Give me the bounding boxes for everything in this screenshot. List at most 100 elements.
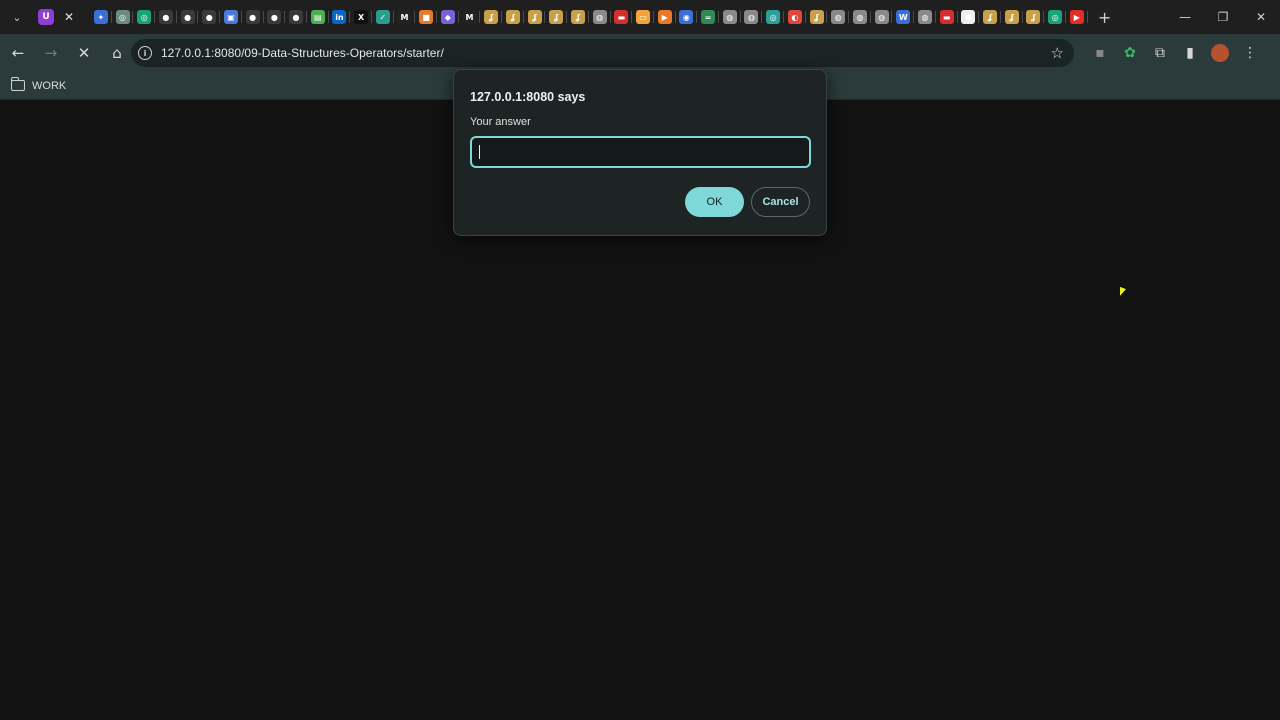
more-menu-icon[interactable]: ⋮ <box>1235 38 1265 68</box>
pinned-tab[interactable]: ◎ <box>762 0 784 34</box>
arrow-right-icon: → <box>44 44 58 62</box>
tab-search-button[interactable]: ⌄ <box>0 0 34 34</box>
pinned-tab[interactable]: ▭ <box>632 0 654 34</box>
arrow-left-icon: ← <box>11 44 25 62</box>
close-window-button[interactable]: ✕ <box>1242 0 1280 34</box>
slides-icon: ▭ <box>636 10 651 24</box>
close-icon: ✕ <box>77 44 91 62</box>
pinned-tab[interactable]: W <box>892 0 914 34</box>
pinned-tab[interactable]: ◆ <box>437 0 459 34</box>
pinned-tab[interactable]: ▶ <box>654 0 676 34</box>
pinned-tab[interactable]: ▬ <box>936 0 958 34</box>
pinned-tab[interactable]: ◍ <box>719 0 741 34</box>
bookmark-folder-label: WORK <box>32 79 67 92</box>
forward-button[interactable]: → <box>36 38 66 68</box>
pinned-tab[interactable]: ● <box>198 0 220 34</box>
pinned-tab[interactable]: ◍ <box>741 0 763 34</box>
tab-strip: ⌄ U ✕ ✦ ◎ ◎ ● ● ● ▣ ● ● ● ▤ in X ✓ M ■ ◆ Mʆ ʆ ʆ ʆ ʆ ◍ ▬ ▭ ▶ ◉ = ◍ ◍ ◎ ◐… <box>0 0 1280 34</box>
pinned-tab[interactable]: ◎ <box>112 0 134 34</box>
pinned-tab[interactable]: ʆ <box>502 0 524 34</box>
puzzle-icon[interactable]: ⧉ <box>1145 38 1175 68</box>
pinned-tab[interactable]: ʆ <box>524 0 546 34</box>
stop-button[interactable]: ✕ <box>69 38 99 68</box>
avatar[interactable] <box>1211 44 1229 62</box>
pinned-tab[interactable]: ◍ <box>871 0 893 34</box>
compass-icon: ◎ <box>766 10 781 24</box>
pinned-tab[interactable]: ʆ <box>567 0 589 34</box>
pinned-tab[interactable]: ◍ <box>827 0 849 34</box>
pinned-tab[interactable]: ◐ <box>784 0 806 34</box>
pinned-tab[interactable]: ▤ <box>307 0 329 34</box>
pinned-tab[interactable]: ● <box>242 0 264 34</box>
pinned-tab[interactable]: ʆ <box>1023 0 1045 34</box>
globe-icon: ◍ <box>592 10 607 24</box>
brand-icon: ʆ <box>809 10 824 24</box>
pinned-tab[interactable]: ▣ <box>220 0 242 34</box>
pinned-tab[interactable]: ▶ <box>1066 0 1088 34</box>
pinned-tab[interactable]: ʆ <box>545 0 567 34</box>
pinned-tab[interactable]: ◎ <box>1044 0 1066 34</box>
github-icon: ● <box>202 10 217 24</box>
pinned-tab[interactable]: ● <box>264 0 286 34</box>
hex-icon: ⬢ <box>961 10 976 24</box>
active-tab[interactable]: U ✕ <box>34 0 86 34</box>
pinned-tab[interactable]: ʆ <box>979 0 1001 34</box>
brand-icon: ʆ <box>505 10 520 24</box>
pinned-tab[interactable]: ʆ <box>806 0 828 34</box>
restore-button[interactable]: ❐ <box>1204 0 1242 34</box>
extension-green-icon[interactable]: ✿ <box>1115 38 1145 68</box>
pinned-tab[interactable]: ▬ <box>611 0 633 34</box>
bookmark-star-icon[interactable]: ☆ <box>1051 44 1064 62</box>
globe-icon: ◍ <box>917 10 932 24</box>
pinned-tabs: ✦ ◎ ◎ ● ● ● ▣ ● ● ● ▤ in X ✓ M ■ ◆ Mʆ ʆ ʆ ʆ ʆ ◍ ▬ ▭ ▶ ◉ = ◍ ◍ ◎ ◐ ʆ ◍ ◍ ◍ W ◍… <box>86 0 1088 34</box>
brand-icon: ʆ <box>983 10 998 24</box>
globe-icon: ◉ <box>679 10 694 24</box>
brand-red-icon: ▬ <box>939 10 954 24</box>
cancel-button[interactable]: Cancel <box>751 187 810 217</box>
gallery-icon: ▣ <box>223 10 238 24</box>
extension-icon[interactable]: ▪ <box>1085 38 1115 68</box>
pinned-tab[interactable]: M <box>394 0 416 34</box>
url-text[interactable]: 127.0.0.1:8080/09-Data-Structures-Operat… <box>161 46 444 60</box>
cube-icon: ◆ <box>440 10 455 24</box>
brand-icon: ʆ <box>527 10 542 24</box>
chatgpt-icon: ◎ <box>1048 10 1063 24</box>
close-tab-icon[interactable]: ✕ <box>64 10 74 24</box>
pinned-tab[interactable]: ◍ <box>914 0 936 34</box>
address-bar[interactable]: i 127.0.0.1:8080/09-Data-Structures-Oper… <box>131 39 1074 67</box>
pinned-tab[interactable]: ● <box>177 0 199 34</box>
toolbar-extensions: ▪ ✿ ⧉ ▮ ⋮ <box>1085 38 1265 68</box>
pinned-tab[interactable]: in <box>329 0 351 34</box>
side-panel-icon[interactable]: ▮ <box>1175 38 1205 68</box>
ok-button[interactable]: OK <box>685 187 744 217</box>
pinned-tab[interactable]: ● <box>285 0 307 34</box>
pinned-tab[interactable]: ⬢ <box>958 0 980 34</box>
pinned-tab[interactable]: ◍ <box>589 0 611 34</box>
dash-icon: = <box>701 10 716 24</box>
pinned-tab[interactable]: ◎ <box>133 0 155 34</box>
browser-toolbar: ← → ✕ ⌂ i 127.0.0.1:8080/09-Data-Structu… <box>0 34 1280 72</box>
wordpress-icon: W <box>896 10 911 24</box>
new-tab-button[interactable]: + <box>1092 0 1118 34</box>
dialog-message: Your answer <box>470 116 531 128</box>
minimize-button[interactable]: — <box>1166 0 1204 34</box>
pinned-tab[interactable]: ◉ <box>676 0 698 34</box>
pinned-tab[interactable]: M <box>459 0 481 34</box>
pinned-tab[interactable]: ʆ <box>1001 0 1023 34</box>
pinned-tab[interactable]: ■ <box>415 0 437 34</box>
pinned-tab[interactable]: ✓ <box>372 0 394 34</box>
pinned-tab[interactable]: ✦ <box>90 0 112 34</box>
site-info-icon[interactable]: i <box>138 46 152 60</box>
window-controls: — ❐ ✕ <box>1166 0 1280 34</box>
pinned-tab[interactable]: = <box>697 0 719 34</box>
pinned-tab[interactable]: ◍ <box>849 0 871 34</box>
pinned-tab[interactable]: X <box>350 0 372 34</box>
back-button[interactable]: ← <box>3 38 33 68</box>
bookmark-folder-work[interactable]: WORK <box>10 77 67 92</box>
answer-input[interactable] <box>470 136 811 168</box>
pinned-tab[interactable]: ʆ <box>480 0 502 34</box>
home-button[interactable]: ⌂ <box>102 38 132 68</box>
prompt-dialog: 127.0.0.1:8080 says Your answer OK Cance… <box>453 69 827 236</box>
brand-icon: ʆ <box>484 10 499 24</box>
pinned-tab[interactable]: ● <box>155 0 177 34</box>
